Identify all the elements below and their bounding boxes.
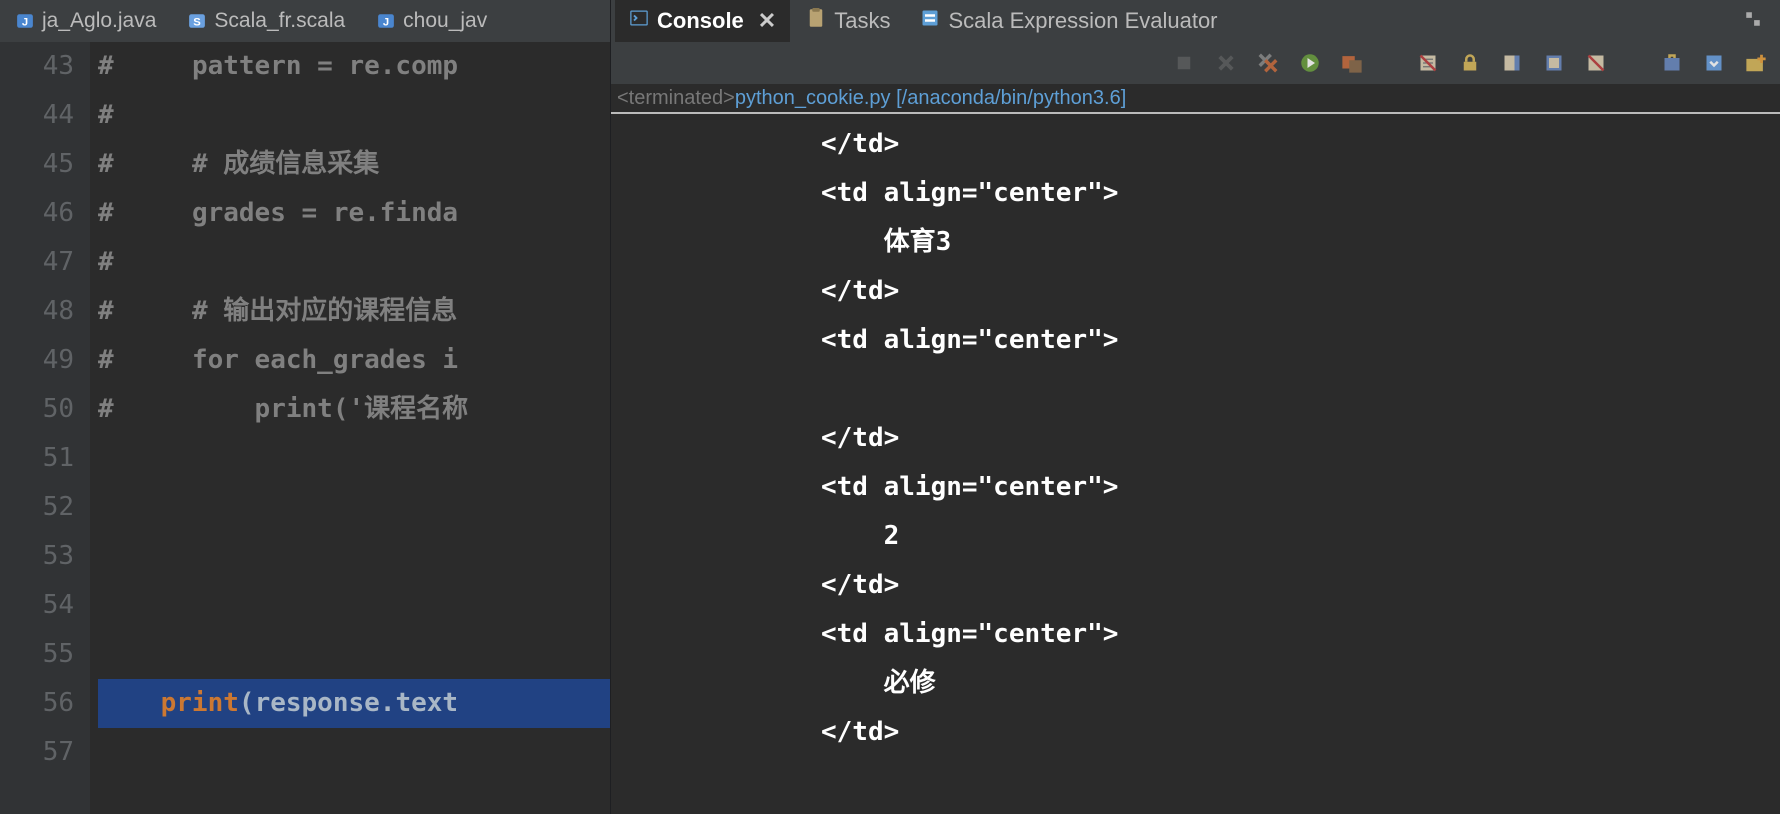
java-file-icon: J [377, 12, 395, 30]
terminated-label: <terminated> [617, 87, 735, 110]
console-tab-bar: Console ✕ Tasks Scala Expression Evaluat… [611, 0, 1780, 42]
output-line: </td> [611, 708, 1780, 757]
tab-tasks[interactable]: Tasks [792, 0, 904, 42]
editor-tab-chou-jav[interactable]: J chou_jav [367, 5, 497, 37]
editor-tab-bar: J ja_Aglo.java S Scala_fr.scala J chou_j… [0, 0, 610, 42]
scroll-lock-icon[interactable] [1456, 49, 1484, 77]
debug-switch-icon[interactable] [1338, 49, 1366, 77]
code-line [98, 483, 610, 532]
code-line: # print('课程名称 [98, 385, 610, 434]
output-line: <td align="center"> [611, 463, 1780, 512]
code-line [98, 581, 610, 630]
code-line: # pattern = re.comp [98, 42, 610, 91]
editor-tab-scala-fr[interactable]: S Scala_fr.scala [178, 5, 355, 37]
code-line [98, 630, 610, 679]
line-number: 54 [0, 581, 74, 630]
clear-icon[interactable] [1414, 49, 1442, 77]
line-number: 47 [0, 238, 74, 287]
remove-all-icon[interactable] [1254, 49, 1282, 77]
show-console-icon[interactable] [1582, 49, 1610, 77]
minimize-icon[interactable] [1744, 10, 1762, 28]
tab-scala-eval[interactable]: Scala Expression Evaluator [906, 0, 1231, 42]
output-line: 体育3 [611, 218, 1780, 267]
code-line: # [98, 91, 610, 140]
line-number: 51 [0, 434, 74, 483]
output-line: <td align="center"> [611, 610, 1780, 659]
tab-label: Tasks [834, 8, 890, 34]
output-line: <td align="center"> [611, 316, 1780, 365]
open-console-icon[interactable] [1658, 49, 1686, 77]
output-line: <td align="center"> [611, 169, 1780, 218]
tab-console[interactable]: Console ✕ [615, 0, 790, 42]
line-number: 44 [0, 91, 74, 140]
output-line: </td> [611, 414, 1780, 463]
code-line-highlighted: print(response.text [98, 679, 610, 728]
line-number: 56 [0, 679, 74, 728]
view-menu-icon[interactable] [1700, 49, 1728, 77]
code-line: # # 输出对应的课程信息 [98, 287, 610, 336]
code-line [98, 728, 610, 777]
code-line: # grades = re.finda [98, 189, 610, 238]
output-line: </td> [611, 120, 1780, 169]
editor-gutter: 43 44 45 46 47 48 49 50 51 52 53 54 55 5… [0, 42, 90, 814]
output-line: </td> [611, 267, 1780, 316]
stop-icon[interactable] [1170, 49, 1198, 77]
svg-text:J: J [22, 17, 28, 29]
scala-file-icon: S [188, 12, 206, 30]
console-icon [629, 8, 649, 34]
line-number: 45 [0, 140, 74, 189]
editor-tab-label: Scala_fr.scala [214, 9, 345, 33]
svg-text:S: S [194, 17, 202, 29]
console-output[interactable]: </td> <td align="center"> 体育3 </td> <td … [611, 114, 1780, 814]
tasks-icon [806, 8, 826, 34]
new-console-icon[interactable] [1742, 49, 1770, 77]
code-line: # for each_grades i [98, 336, 610, 385]
svg-text:J: J [383, 17, 389, 29]
remove-launch-icon[interactable] [1212, 49, 1240, 77]
line-number: 43 [0, 42, 74, 91]
tab-label: Console [657, 8, 744, 34]
code-line [98, 532, 610, 581]
editor-tab-ja-aglo[interactable]: J ja_Aglo.java [6, 5, 166, 37]
java-file-icon: J [16, 12, 34, 30]
line-number: 48 [0, 287, 74, 336]
code-editor[interactable]: # pattern = re.comp # # # 成绩信息采集 # grade… [90, 42, 610, 814]
editor-tab-label: ja_Aglo.java [42, 9, 156, 33]
editor-tab-label: chou_jav [403, 9, 487, 33]
run-icon[interactable] [1296, 49, 1324, 77]
pin-icon[interactable] [1498, 49, 1526, 77]
console-toolbar [611, 42, 1780, 84]
display-selected-icon[interactable] [1540, 49, 1568, 77]
line-number: 55 [0, 630, 74, 679]
output-line [611, 365, 1780, 414]
run-config-link[interactable]: python_cookie.py [/anaconda/bin/python3.… [735, 87, 1126, 110]
output-line: </td> [611, 561, 1780, 610]
console-status: <terminated> python_cookie.py [/anaconda… [611, 84, 1780, 114]
line-number: 46 [0, 189, 74, 238]
code-line: # [98, 238, 610, 287]
line-number: 50 [0, 385, 74, 434]
code-line: # # 成绩信息采集 [98, 140, 610, 189]
line-number: 53 [0, 532, 74, 581]
line-number: 52 [0, 483, 74, 532]
output-line: 必修 [611, 659, 1780, 708]
output-line: 2 [611, 512, 1780, 561]
tab-label: Scala Expression Evaluator [948, 8, 1217, 34]
close-icon[interactable]: ✕ [758, 8, 776, 34]
line-number: 57 [0, 728, 74, 777]
code-line [98, 434, 610, 483]
line-number: 49 [0, 336, 74, 385]
scala-eval-icon [920, 8, 940, 34]
